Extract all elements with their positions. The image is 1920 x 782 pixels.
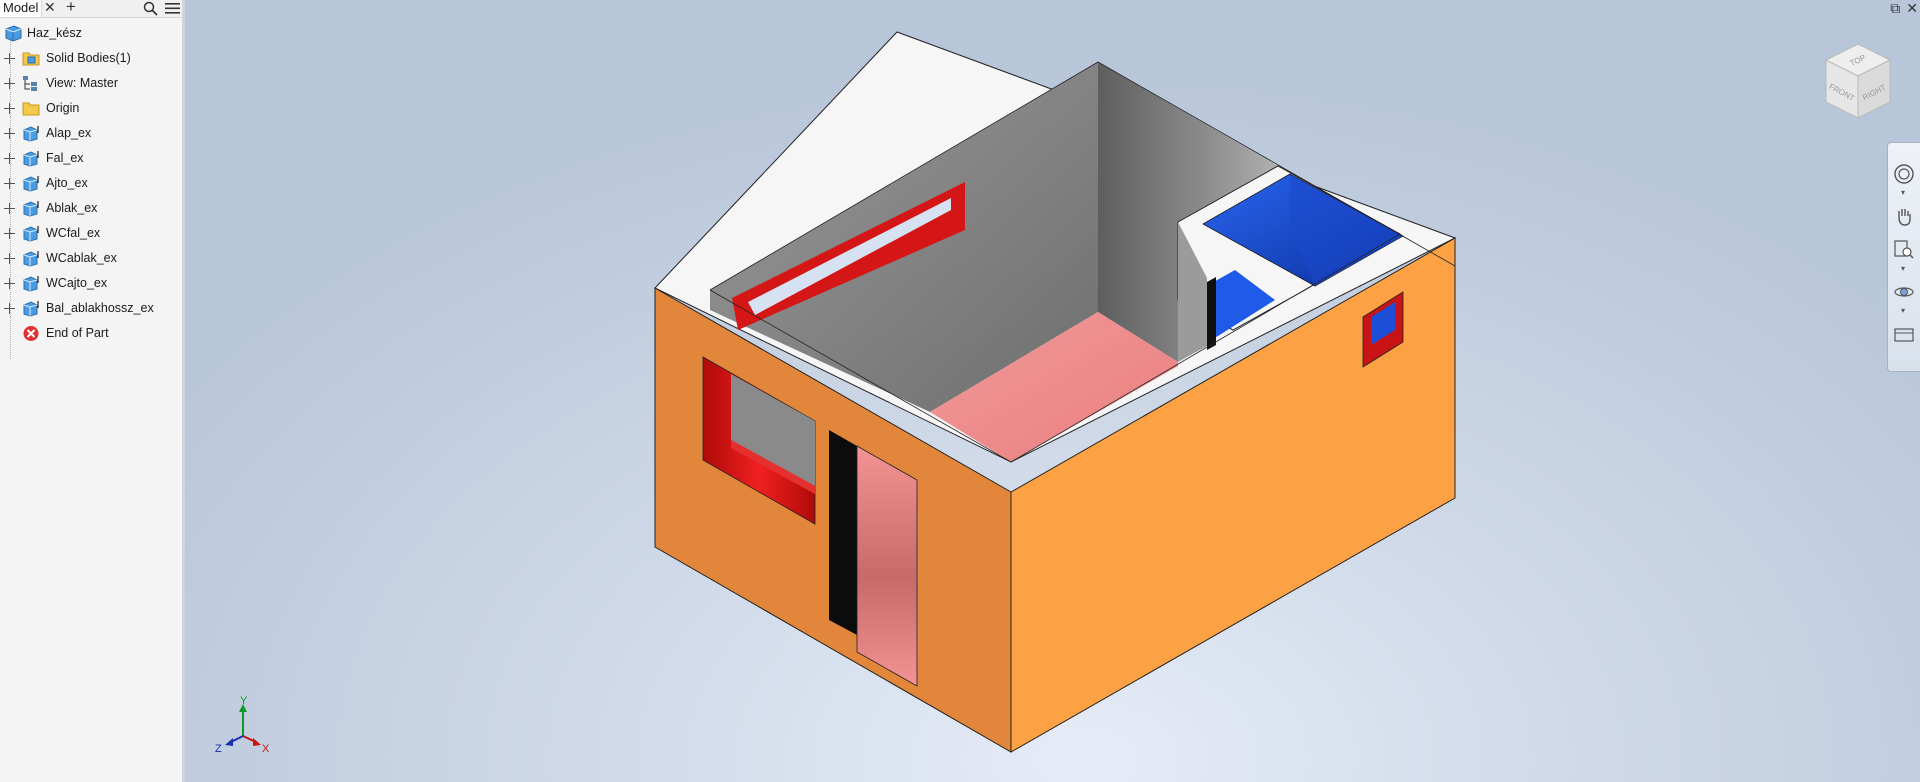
view-rep-icon [23,76,37,91]
tree-item-origin[interactable]: Origin [0,96,182,121]
model-browser: Model ✕ + Haz_kész Solid Bodies(1) View:… [0,0,185,782]
expand-icon[interactable] [4,303,15,314]
expand-icon[interactable] [4,278,15,289]
z-axis-label: Z [215,743,222,755]
x-axis-arrow [253,738,261,746]
tab-model[interactable]: Model [0,0,43,17]
tree-item-wcablak-ex[interactable]: WCablak_ex [0,246,182,271]
front-door-jamb [829,430,857,635]
tree-item-label: View: Master [46,76,119,90]
hamburger-menu-icon[interactable] [165,2,180,15]
split-view-icon[interactable]: ⧉ [1890,0,1900,16]
expand-icon[interactable] [4,128,15,139]
y-axis-label: Y [240,696,248,707]
end-of-part-icon [23,326,39,341]
extrude-feature-icon [23,201,39,217]
tree-item-label: WCajto_ex [46,276,108,290]
graphics-viewport[interactable]: ⧉ ✕ TOP FRONT RIGHT ▾ ▾ ▾ Y X Z [185,0,1920,782]
chevron-down-icon[interactable]: ▾ [1901,188,1905,197]
tree-item-label: Alap_ex [46,126,92,140]
extrude-feature-icon [23,151,39,167]
tree-item-label: Solid Bodies(1) [46,51,131,65]
expand-icon[interactable] [4,228,15,239]
tree-item-solid-bodies[interactable]: Solid Bodies(1) [0,46,182,71]
extrude-feature-icon [23,176,39,192]
chevron-down-icon[interactable]: ▾ [1901,306,1905,315]
tree-item-label: WCablak_ex [46,251,117,265]
feature-tree: Haz_kész Solid Bodies(1) View: Master Or… [0,21,182,359]
close-icon[interactable]: ✕ [1906,0,1918,16]
expand-icon[interactable] [4,78,15,89]
expand-icon[interactable] [4,178,15,189]
add-tab-icon[interactable]: + [66,0,76,15]
look-at-icon[interactable] [1893,323,1915,345]
tree-item-end-of-part[interactable]: End of Part [0,321,182,346]
z-axis-arrow [225,738,233,746]
tree-root-part[interactable]: Haz_kész [0,21,182,46]
tree-item-label: Bal_ablakhossz_ex [46,301,154,315]
steering-wheel-icon[interactable] [1893,163,1915,185]
wc-door-dark [1207,277,1216,350]
tree-root-label: Haz_kész [27,26,82,40]
x-axis-label: X [262,743,270,755]
expand-icon[interactable] [4,253,15,264]
tree-item-label: Origin [46,101,80,115]
expand-icon[interactable] [4,153,15,164]
expand-icon[interactable] [4,203,15,214]
tree-item-wcfal-ex[interactable]: WCfal_ex [0,221,182,246]
front-door-opening [856,445,918,687]
expand-icon[interactable] [4,53,15,64]
close-icon[interactable]: ✕ [44,0,56,16]
chevron-down-icon[interactable]: ▾ [1901,264,1905,273]
folder-bodies-icon [22,52,40,66]
pan-hand-icon[interactable] [1893,205,1915,227]
tree-item-label: Ajto_ex [46,176,88,190]
browser-tab-bar: Model ✕ + [0,0,182,18]
orbit-icon[interactable] [1893,281,1915,303]
tree-item-ajto-ex[interactable]: Ajto_ex [0,171,182,196]
tree-item-ablak-ex[interactable]: Ablak_ex [0,196,182,221]
tree-item-alap-ex[interactable]: Alap_ex [0,121,182,146]
tree-item-label: End of Part [46,326,109,340]
extrude-feature-icon [23,126,39,142]
tree-item-label: WCfal_ex [46,226,101,240]
axis-triad: Y X Z [215,696,270,755]
tree-item-label: Fal_ex [46,151,84,165]
extrude-feature-icon [23,226,39,242]
tree-item-label: Ablak_ex [46,201,98,215]
zoom-icon[interactable] [1893,239,1915,261]
extrude-feature-icon [23,251,39,267]
tree-item-bal-ablakhossz-ex[interactable]: Bal_ablakhossz_ex [0,296,182,321]
extrude-feature-icon [23,301,39,317]
navigation-bar: ▾ ▾ ▾ [1887,142,1920,372]
viewcube[interactable]: TOP FRONT RIGHT [1818,40,1898,130]
tree-item-fal-ex[interactable]: Fal_ex [0,146,182,171]
viewport-window-controls: ⧉ ✕ [1884,0,1918,17]
part-icon [5,25,22,42]
expand-icon[interactable] [4,103,15,114]
tree-item-view-master[interactable]: View: Master [0,71,182,96]
search-icon[interactable] [143,1,158,16]
folder-icon [22,102,40,116]
house-3d-model[interactable] [185,0,1920,782]
tree-item-wcajto-ex[interactable]: WCajto_ex [0,271,182,296]
extrude-feature-icon [23,276,39,292]
